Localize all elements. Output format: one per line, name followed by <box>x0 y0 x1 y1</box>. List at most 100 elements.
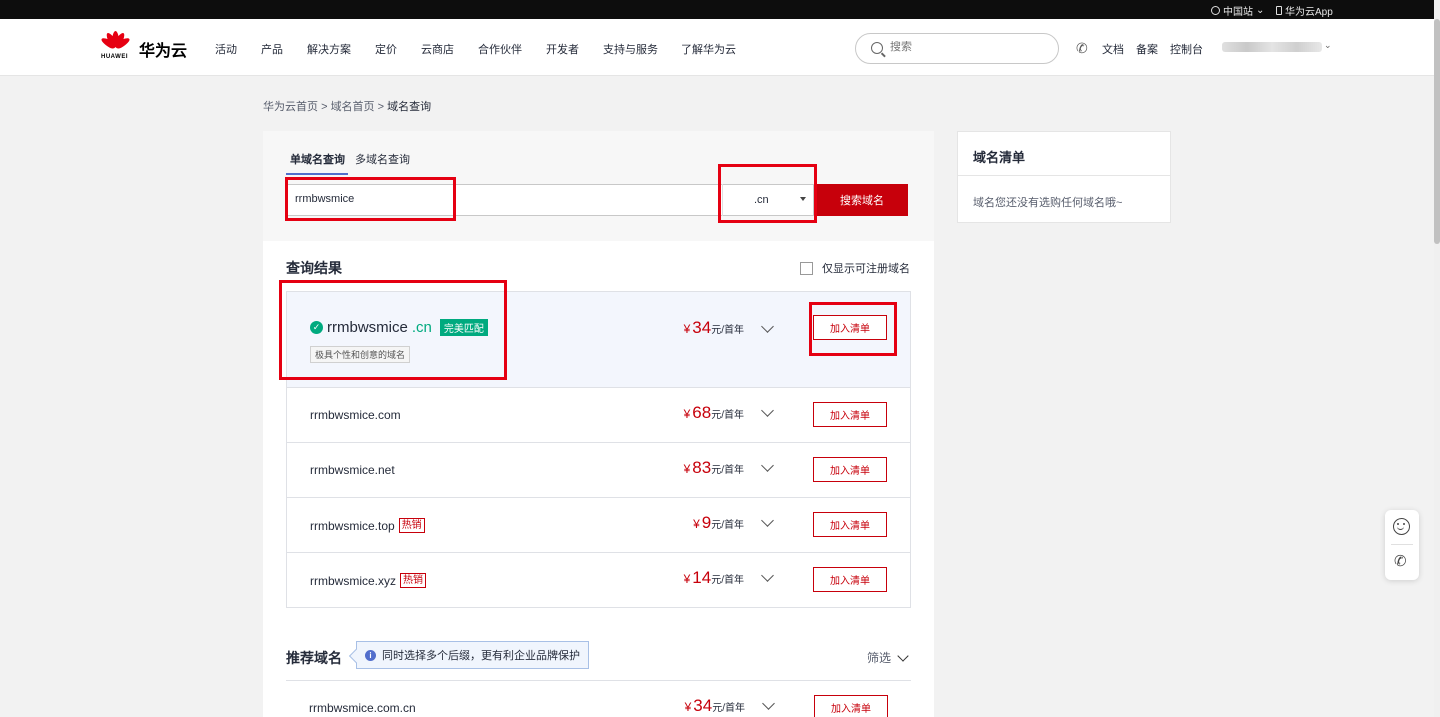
record-link[interactable]: 备案 <box>1136 41 1158 57</box>
domain-cell: rrmbwsmice.net <box>310 463 395 477</box>
phone-icon[interactable]: ✆ <box>1394 552 1407 570</box>
nav-item-partners[interactable]: 合作伙伴 <box>478 41 522 57</box>
add-to-list-button[interactable]: 加入清单 <box>813 402 887 427</box>
tab-multi-domain[interactable]: 多域名查询 <box>355 151 410 167</box>
search-input[interactable] <box>890 41 1040 53</box>
check-circle-icon: ✓ <box>310 321 323 334</box>
only-available-filter[interactable]: 仅显示可注册域名 <box>800 260 910 276</box>
chevron-down-icon[interactable] <box>761 320 774 333</box>
domain-cell: rrmbwsmice.top 热销 <box>310 518 425 533</box>
price-value: 14 <box>692 568 712 587</box>
brand-name: 华为云 <box>139 43 188 60</box>
result-row: rrmbwsmice.net ¥83 元/首年 加入清单 <box>287 442 910 497</box>
domain-cart-panel: 域名清单 域名您还没有选购任何域名哦~ <box>957 131 1171 223</box>
add-to-list-button[interactable]: 加入清单 <box>813 567 887 592</box>
domain-name: rrmbwsmice.net <box>310 463 395 477</box>
currency-symbol: ¥ <box>683 407 691 421</box>
cart-divider <box>958 175 1170 176</box>
phone-icon[interactable]: ✆ <box>1076 40 1088 57</box>
result-row: rrmbwsmice.xyz 热销 ¥14 元/首年 加入清单 <box>287 552 910 607</box>
domain-name: rrmbwsmice.com <box>310 408 401 422</box>
featured-description-tag: 极具个性和创意的域名 <box>310 346 411 363</box>
divider <box>1391 544 1413 545</box>
results-title: 查询结果 <box>286 260 342 276</box>
filter-toggle[interactable]: 筛选 <box>867 649 909 666</box>
cart-title: 域名清单 <box>973 150 1026 165</box>
recommend-row: rrmbwsmice.com.cn ¥34 元/首年 加入清单 <box>286 681 911 717</box>
domain-cell: rrmbwsmice.com.cn <box>309 701 416 715</box>
recommend-list: rrmbwsmice.com.cn ¥34 元/首年 加入清单 <box>286 680 911 717</box>
only-available-checkbox[interactable] <box>800 261 813 275</box>
chevron-down-icon <box>897 649 909 662</box>
price-value: 83 <box>692 458 712 477</box>
brand-word: HUAWEI <box>101 54 128 60</box>
featured-domain-name: rrmbwsmice <box>327 319 408 336</box>
page-scrollbar[interactable] <box>1434 0 1440 717</box>
nav-item-marketplace[interactable]: 云商店 <box>421 41 454 57</box>
nav-item-products[interactable]: 产品 <box>261 41 283 57</box>
site-search[interactable] <box>855 33 1059 64</box>
region-switcher[interactable]: 中国站 ⌄ <box>1211 3 1264 18</box>
hot-sale-badge: 热销 <box>398 518 425 533</box>
chevron-down-icon: ⌄ <box>1256 5 1265 16</box>
domain-cell: rrmbwsmice.com <box>310 408 401 422</box>
scrollbar-thumb[interactable] <box>1434 19 1440 244</box>
app-link[interactable]: 华为云App <box>1276 3 1333 18</box>
price-value: 68 <box>692 403 712 422</box>
price-value: 34 <box>693 696 713 715</box>
user-account-blurred[interactable] <box>1222 42 1322 52</box>
huawei-cloud-logo[interactable]: HUAWEI 华为云 <box>99 31 188 61</box>
chevron-down-icon[interactable] <box>761 459 774 472</box>
domain-query-panel: 单域名查询 多域名查询 rrmbwsmice .cn 搜索域名 查询结果 仅显示… <box>263 131 934 717</box>
region-label: 中国站 <box>1223 7 1253 18</box>
nav-item-support[interactable]: 支持与服务 <box>603 41 658 57</box>
breadcrumb: 华为云首页 > 域名首页 > 域名查询 <box>263 98 431 114</box>
domain-name: rrmbwsmice.top <box>310 518 395 533</box>
tab-single-domain[interactable]: 单域名查询 <box>290 151 345 167</box>
add-to-list-button[interactable]: 加入清单 <box>813 512 887 537</box>
mobile-icon <box>1276 6 1282 15</box>
huawei-flower-icon: HUAWEI <box>99 31 132 60</box>
add-to-list-button[interactable]: 加入清单 <box>814 695 888 717</box>
recommend-tip-text: 同时选择多个后缀，更有利企业品牌保护 <box>382 650 580 662</box>
docs-link[interactable]: 文档 <box>1102 41 1124 57</box>
nav-item-activities[interactable]: 活动 <box>215 41 237 57</box>
console-link[interactable]: 控制台 <box>1170 41 1203 57</box>
breadcrumb-home[interactable]: 华为云首页 <box>263 101 318 113</box>
domain-input-value: rrmbwsmice <box>295 193 355 205</box>
hot-sale-badge: 热销 <box>400 573 426 588</box>
chevron-down-icon[interactable] <box>761 569 774 582</box>
search-icon <box>871 42 883 54</box>
caret-down-icon <box>800 197 806 201</box>
nav-item-solutions[interactable]: 解决方案 <box>307 41 351 57</box>
suffix-select[interactable]: .cn <box>722 184 814 216</box>
currency-symbol: ¥ <box>693 517 700 531</box>
nav-item-developers[interactable]: 开发者 <box>546 41 579 57</box>
chevron-down-icon[interactable] <box>761 514 774 527</box>
price-unit: 元/首年 <box>711 325 744 336</box>
chevron-down-icon[interactable] <box>761 404 774 417</box>
chevron-down-icon[interactable]: ⌄ <box>1324 40 1332 51</box>
result-row-featured: ✓ rrmbwsmice .cn 完美匹配 极具个性和创意的域名 ¥ 34 元/首… <box>287 292 910 387</box>
price: ¥34 元/首年 <box>685 696 745 716</box>
breadcrumb-domain-home[interactable]: 域名首页 <box>331 101 375 113</box>
price: ¥68 元/首年 <box>684 403 744 423</box>
query-area: 单域名查询 多域名查询 rrmbwsmice .cn 搜索域名 <box>263 131 934 241</box>
price-unit: 元/首年 <box>711 575 744 586</box>
globe-icon <box>1211 6 1220 15</box>
add-to-list-button[interactable]: 加入清单 <box>813 457 887 482</box>
breadcrumb-separator: > <box>377 101 385 113</box>
nav-item-pricing[interactable]: 定价 <box>375 41 397 57</box>
smile-icon[interactable] <box>1393 518 1410 535</box>
domain-name: rrmbwsmice.xyz <box>310 573 396 588</box>
add-to-list-button[interactable]: 加入清单 <box>813 315 887 340</box>
result-list: ✓ rrmbwsmice .cn 完美匹配 极具个性和创意的域名 ¥ 34 元/首… <box>286 291 911 608</box>
nav-item-about[interactable]: 了解华为云 <box>681 41 736 57</box>
chevron-down-icon[interactable] <box>762 697 775 710</box>
search-domain-button[interactable]: 搜索域名 <box>816 184 908 216</box>
suffix-value: .cn <box>754 194 769 206</box>
result-row: rrmbwsmice.com ¥68 元/首年 加入清单 <box>287 387 910 442</box>
price-unit: 元/首年 <box>712 703 745 714</box>
currency-symbol: ¥ <box>683 462 691 476</box>
currency-symbol: ¥ <box>684 700 692 714</box>
